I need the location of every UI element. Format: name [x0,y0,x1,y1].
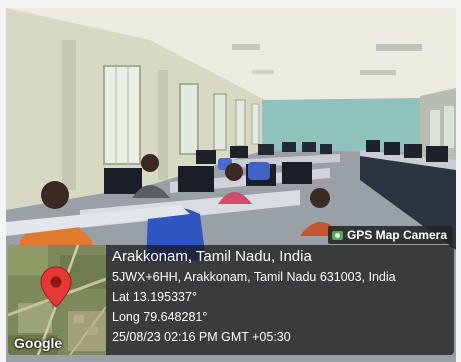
camera-icon [331,230,343,240]
map-thumbnail: Google [8,245,106,355]
google-attribution: Google [14,335,63,351]
location-info: Arakkonam, Tamil Nadu, India 5JWX+6HH, A… [112,247,450,347]
date-time: 25/08/23 02:16 PM GMT +05:30 [112,330,291,344]
longitude: Long 79.648281° [112,310,208,324]
badge-label: GPS Map Camera [346,228,447,242]
location-overlay: Google Arakkonam, Tamil Nadu, India 5JWX… [8,245,454,355]
gps-map-camera-badge: GPS Map Camera [327,226,453,244]
location-title: Arakkonam, Tamil Nadu, India [112,248,312,265]
location-address: 5JWX+6HH, Arakkonam, Tamil Nadu 631003, … [112,270,396,284]
latitude: Lat 13.195337° [112,290,197,304]
